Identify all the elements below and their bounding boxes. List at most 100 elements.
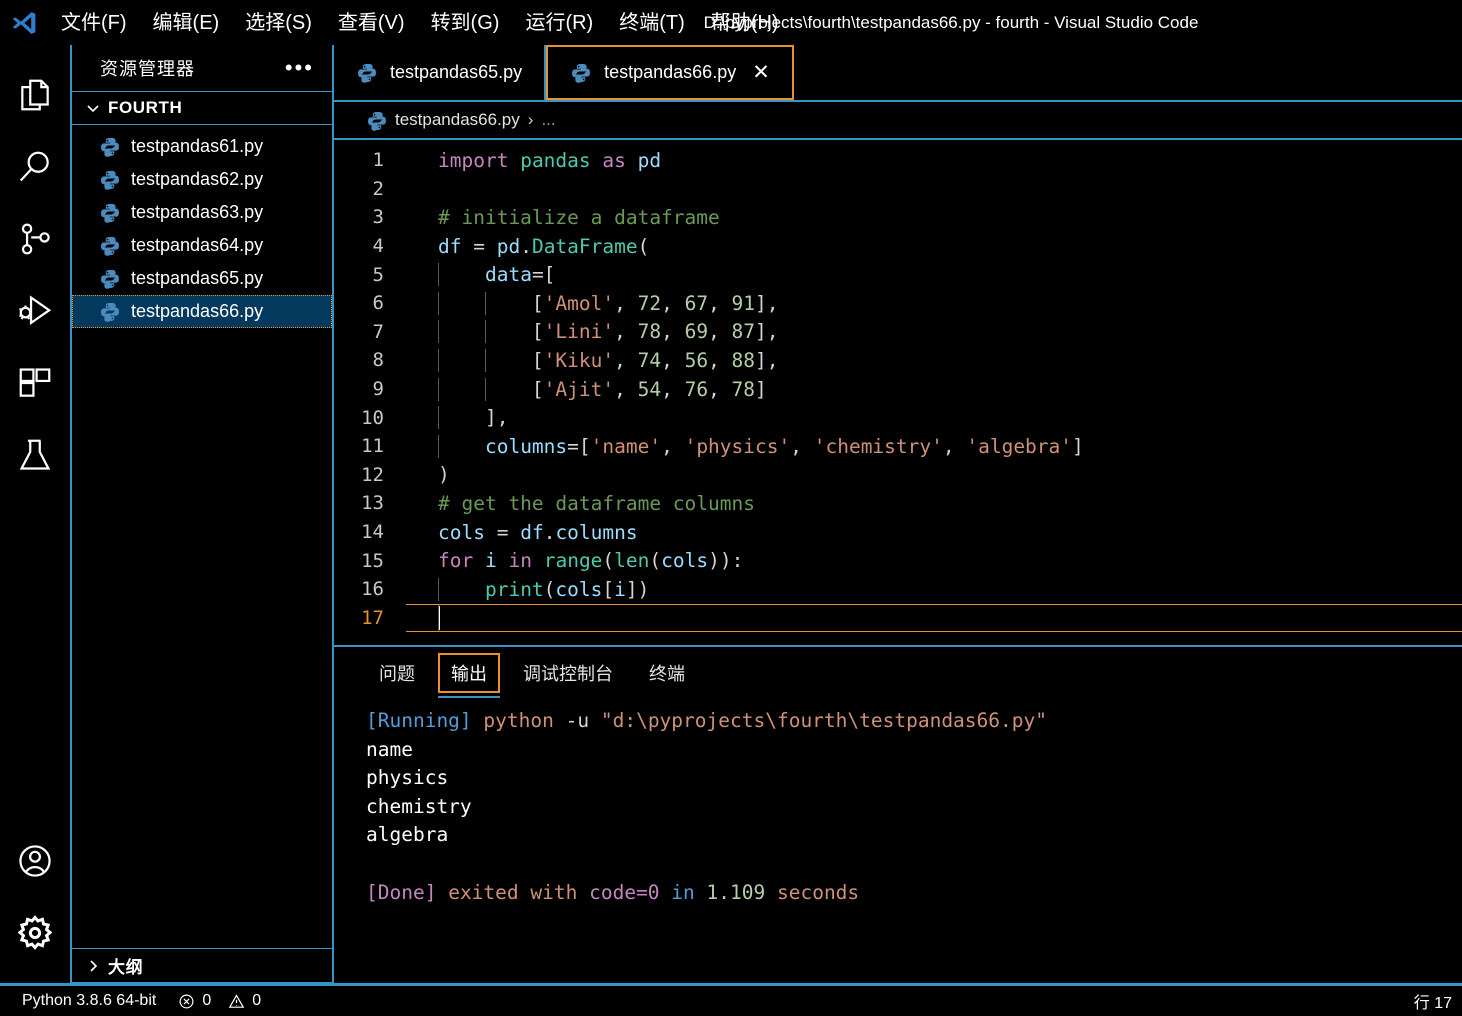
- code-text: columns=['name', 'physics', 'chemistry',…: [406, 434, 1462, 458]
- code-line[interactable]: 9 ['Ajit', 54, 76, 78]: [334, 375, 1462, 404]
- folder-section-header[interactable]: FOURTH: [72, 91, 332, 125]
- python-file-icon: [570, 62, 592, 84]
- line-number: 15: [361, 549, 384, 572]
- token-op: ): [438, 463, 450, 487]
- tab-problems[interactable]: 问题: [366, 653, 428, 693]
- code-line[interactable]: 17: [334, 603, 1462, 633]
- token-op: ,: [661, 348, 685, 372]
- output-segment: [Done]: [366, 880, 437, 904]
- token-op: .: [543, 520, 556, 544]
- code-text: ['Ajit', 54, 76, 78]: [406, 377, 1462, 401]
- list-item[interactable]: testpandas61.py: [72, 130, 332, 163]
- output-segment: "d:\pyprojects\fourth\testpandas66.py": [600, 709, 1047, 732]
- error-icon: [178, 993, 195, 1010]
- output-segment: in: [671, 880, 695, 904]
- output-segment: [554, 709, 566, 732]
- output-line: [Running] python -u "d:\pyprojects\fourt…: [366, 709, 1462, 738]
- token-op: (: [649, 549, 662, 573]
- menu-selection[interactable]: 选择(S): [232, 8, 325, 38]
- status-python-version[interactable]: Python 3.8.6 64-bit: [22, 992, 156, 1010]
- sidebar-more-actions-icon[interactable]: •••: [281, 57, 318, 79]
- code-text: [406, 603, 1462, 633]
- explorer-icon[interactable]: [0, 59, 71, 131]
- token-op: ,: [661, 291, 685, 315]
- tab-debug-console[interactable]: 调试控制台: [510, 653, 626, 693]
- run-and-debug-icon[interactable]: [0, 275, 71, 347]
- line-number: 4: [372, 235, 384, 258]
- breadcrumb[interactable]: testpandas66.py › ...: [334, 102, 1462, 140]
- breadcrumb-file[interactable]: testpandas66.py: [395, 110, 520, 130]
- token-mod: range: [543, 549, 603, 573]
- menu-help[interactable]: 帮助(H): [698, 8, 792, 38]
- gear-icon[interactable]: [0, 897, 71, 969]
- code-line[interactable]: 4 df = pd.DataFrame(: [334, 232, 1462, 261]
- title-bar: 文件(F) 编辑(E) 选择(S) 查看(V) 转到(G) 运行(R) 终端(T…: [0, 0, 1462, 45]
- account-icon[interactable]: [0, 825, 71, 897]
- extensions-icon[interactable]: [0, 347, 71, 419]
- code-line[interactable]: 10 ],: [334, 403, 1462, 432]
- output-segment: [589, 709, 601, 732]
- tab-output[interactable]: 输出: [438, 653, 500, 698]
- code-line[interactable]: 6 ['Amol', 72, 67, 91],: [334, 289, 1462, 318]
- line-number: 6: [372, 292, 384, 315]
- menu-terminal[interactable]: 终端(T): [606, 8, 698, 38]
- code-line[interactable]: 11 columns=['name', 'physics', 'chemistr…: [334, 432, 1462, 461]
- menu-edit[interactable]: 编辑(E): [140, 8, 233, 38]
- token-var: df: [438, 234, 462, 258]
- search-icon[interactable]: [0, 131, 71, 203]
- list-item[interactable]: testpandas65.py: [72, 262, 332, 295]
- code-line[interactable]: 16 print(cols[i]): [334, 575, 1462, 604]
- indent-guide: [485, 348, 486, 372]
- file-name: testpandas63.py: [131, 202, 264, 222]
- source-control-icon[interactable]: [0, 203, 71, 275]
- code-line[interactable]: 2: [334, 175, 1462, 204]
- token-op: [626, 149, 638, 172]
- list-item[interactable]: testpandas62.py: [72, 163, 332, 196]
- indent-guide: [485, 377, 486, 401]
- output-view[interactable]: [Running] python -u "d:\pyprojects\fourt…: [334, 699, 1462, 983]
- menu-go[interactable]: 转到(G): [418, 8, 513, 38]
- token-op: ,: [614, 377, 638, 401]
- code-line[interactable]: 8 ['Kiku', 74, 56, 88],: [334, 346, 1462, 375]
- code-line[interactable]: 3 # initialize a dataframe: [334, 203, 1462, 232]
- menu-view[interactable]: 查看(V): [325, 8, 418, 38]
- code-editor[interactable]: 1 import pandas as pd 2 3 # initialize a dat…: [334, 140, 1462, 645]
- tab-terminal[interactable]: 终端: [636, 653, 698, 693]
- token-op: ,: [661, 434, 685, 458]
- code-line[interactable]: 15 for i in range(len(cols)):: [334, 546, 1462, 575]
- indent-guide: [438, 291, 439, 315]
- sidebar-header: 资源管理器 •••: [72, 45, 332, 91]
- tab-testpandas65[interactable]: testpandas65.py: [334, 45, 547, 100]
- indent-guide: [485, 320, 486, 344]
- line-number: 9: [372, 378, 384, 401]
- breadcrumb-symbols[interactable]: ...: [541, 110, 555, 130]
- tab-testpandas66[interactable]: testpandas66.py ✕: [546, 45, 794, 100]
- token-op: [: [438, 320, 544, 344]
- token-op: [591, 149, 603, 172]
- list-item-selected[interactable]: testpandas66.py: [72, 295, 332, 328]
- activity-bar: [0, 45, 72, 983]
- code-text: # initialize a dataframe: [406, 206, 1462, 229]
- code-line[interactable]: 5 data=[: [334, 260, 1462, 289]
- list-item[interactable]: testpandas64.py: [72, 229, 332, 262]
- token-op: (: [637, 234, 650, 258]
- testing-flask-icon[interactable]: [0, 419, 71, 491]
- token-op: ,: [942, 434, 967, 458]
- status-cursor-position[interactable]: 行 17: [1414, 989, 1452, 1013]
- code-line[interactable]: 14 cols = df.columns: [334, 518, 1462, 547]
- python-file-icon: [356, 62, 378, 84]
- code-line[interactable]: 1 import pandas as pd: [334, 146, 1462, 175]
- code-line[interactable]: 12): [334, 461, 1462, 490]
- outline-section-header[interactable]: 大纲: [72, 948, 332, 983]
- close-icon[interactable]: ✕: [752, 62, 770, 83]
- list-item[interactable]: testpandas63.py: [72, 196, 332, 229]
- code-line[interactable]: 13 # get the dataframe columns: [334, 489, 1462, 518]
- menu-file[interactable]: 文件(F): [48, 8, 140, 38]
- menu-bar[interactable]: 文件(F) 编辑(E) 选择(S) 查看(V) 转到(G) 运行(R) 终端(T…: [48, 8, 792, 38]
- token-op: ,: [614, 348, 638, 372]
- code-line[interactable]: 7 ['Lini', 78, 69, 87],: [334, 318, 1462, 347]
- code-text: df = pd.DataFrame(: [406, 235, 1462, 258]
- status-problems[interactable]: 0 0: [178, 992, 261, 1010]
- token-var: cols: [438, 520, 485, 544]
- menu-run[interactable]: 运行(R): [512, 8, 606, 38]
